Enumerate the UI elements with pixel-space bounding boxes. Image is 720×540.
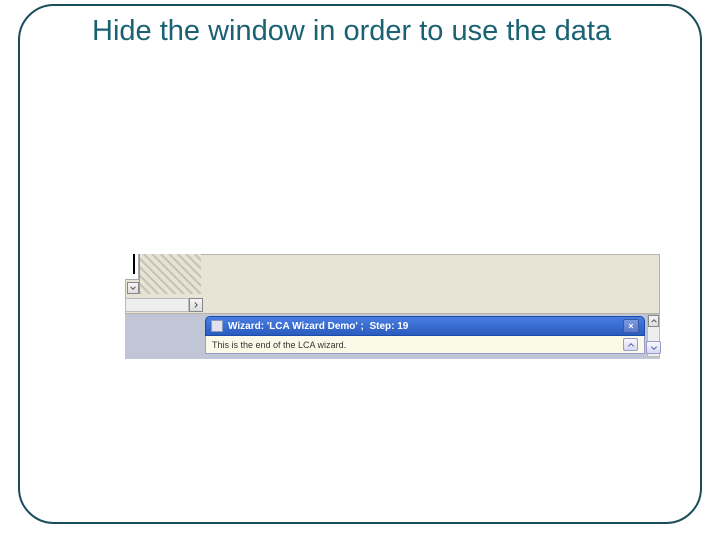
titlebar-wizard-name: 'LCA Wizard Demo' ;	[267, 321, 364, 332]
app-background	[125, 254, 660, 314]
slide-title: Hide the window in order to use the data	[92, 14, 652, 49]
titlebar-step-number: 19	[397, 321, 408, 332]
wizard-titlebar[interactable]: Wizard: 'LCA Wizard Demo' ; Step: 19 ×	[205, 316, 645, 336]
close-button[interactable]: ×	[623, 319, 639, 333]
text-cursor	[133, 254, 135, 274]
hatched-background	[139, 254, 201, 294]
wizard-title-text: Wizard: 'LCA Wizard Demo' ; Step: 19	[228, 321, 623, 332]
scroll-right-button[interactable]	[189, 298, 203, 312]
wizard-body-panel: This is the end of the LCA wizard.	[205, 336, 645, 354]
embedded-screenshot: Wizard: 'LCA Wizard Demo' ; Step: 19 × T…	[125, 254, 660, 359]
titlebar-step-label: Step:	[369, 321, 394, 332]
scroll-up-button[interactable]	[648, 315, 659, 327]
panel-toggle-button[interactable]	[646, 341, 661, 354]
scroll-down-button[interactable]	[127, 282, 139, 294]
horizontal-scroll-track[interactable]	[125, 298, 189, 312]
wizard-body-text: This is the end of the LCA wizard.	[212, 340, 623, 350]
titlebar-prefix: Wizard:	[228, 321, 267, 332]
collapse-button[interactable]	[623, 338, 638, 351]
slide-frame: Hide the window in order to use the data…	[18, 4, 702, 524]
chevron-down-icon	[650, 344, 658, 352]
chevron-right-icon	[193, 302, 199, 308]
text-panel-edge	[125, 254, 139, 280]
chevron-up-icon	[651, 318, 657, 324]
chevron-up-icon	[627, 341, 635, 349]
close-icon: ×	[628, 321, 633, 331]
chevron-down-icon	[130, 285, 136, 291]
window-icon	[211, 320, 223, 332]
